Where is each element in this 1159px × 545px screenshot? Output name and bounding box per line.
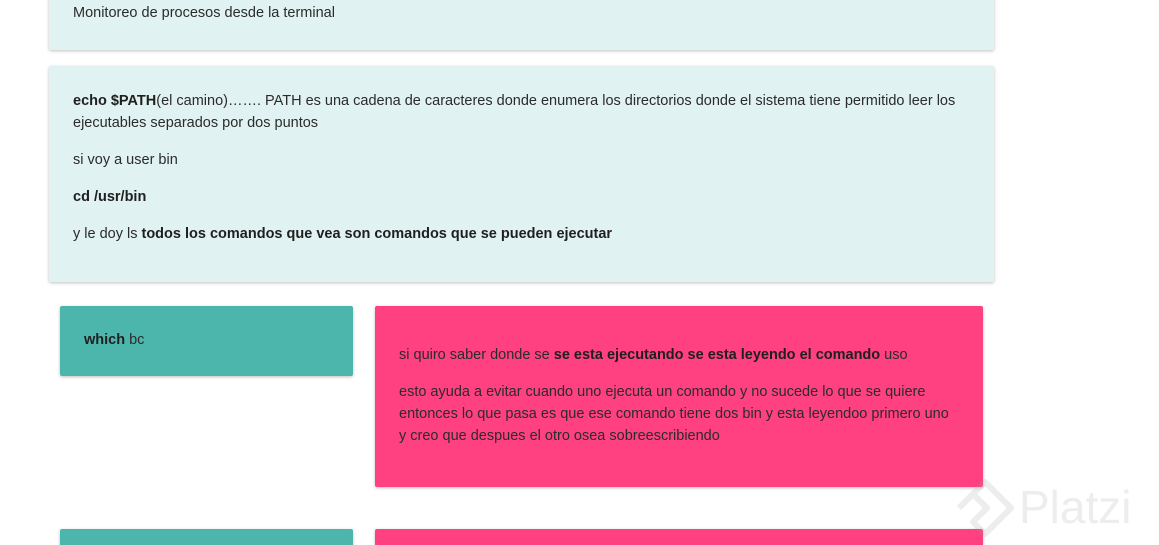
platzi-brand-text: Platzi: [1019, 481, 1132, 533]
explanation-text-b: uso: [880, 347, 908, 363]
explanation-text-2: esto ayuda a evitar cuando uno ejecuta u…: [399, 384, 949, 444]
which-command: which: [84, 332, 126, 348]
note-card-monitoreo: Monitoreo de procesos desde la terminal: [49, 0, 994, 50]
ls-paragraph: y le doy ls todos los comandos que vea s…: [73, 223, 970, 245]
explanation-text-a: si quiro saber donde se: [399, 347, 554, 363]
explanation-paragraph-2: esto ayuda a evitar cuando uno ejecuta u…: [399, 381, 959, 447]
path-command: echo $PATH: [73, 93, 157, 109]
path-paragraph: echo $PATH(el camino)……. PATH es una cad…: [73, 90, 970, 134]
which-card: which bc: [60, 306, 353, 376]
next-teal-card: [60, 529, 353, 545]
cd-paragraph: cd /usr/bin: [73, 186, 970, 208]
user-bin-text: si voy a user bin: [73, 152, 178, 168]
platzi-watermark: Platzi: [955, 478, 1155, 538]
cd-command: cd /usr/bin: [73, 189, 147, 205]
explanation-bold: se esta ejecutando se esta leyendo el co…: [553, 347, 881, 363]
note-text: Monitoreo de procesos desde la terminal: [73, 5, 335, 21]
ls-bold-text: todos los comandos que vea son comandos …: [141, 226, 613, 242]
platzi-logo-icon: [956, 479, 1014, 537]
path-description: (el camino)……. PATH es una cadena de car…: [73, 93, 956, 131]
which-arg: bc: [125, 332, 145, 348]
page: Monitoreo de procesos desde la terminal …: [0, 0, 1159, 545]
note-card-path: echo $PATH(el camino)……. PATH es una cad…: [49, 66, 994, 282]
explanation-paragraph-1: si quiro saber donde se se esta ejecutan…: [399, 344, 959, 366]
next-pink-card: [375, 529, 983, 545]
which-explanation-card: si quiro saber donde se se esta ejecutan…: [375, 306, 983, 487]
user-bin-paragraph: si voy a user bin: [73, 149, 970, 171]
ls-text: y le doy ls: [73, 226, 142, 242]
